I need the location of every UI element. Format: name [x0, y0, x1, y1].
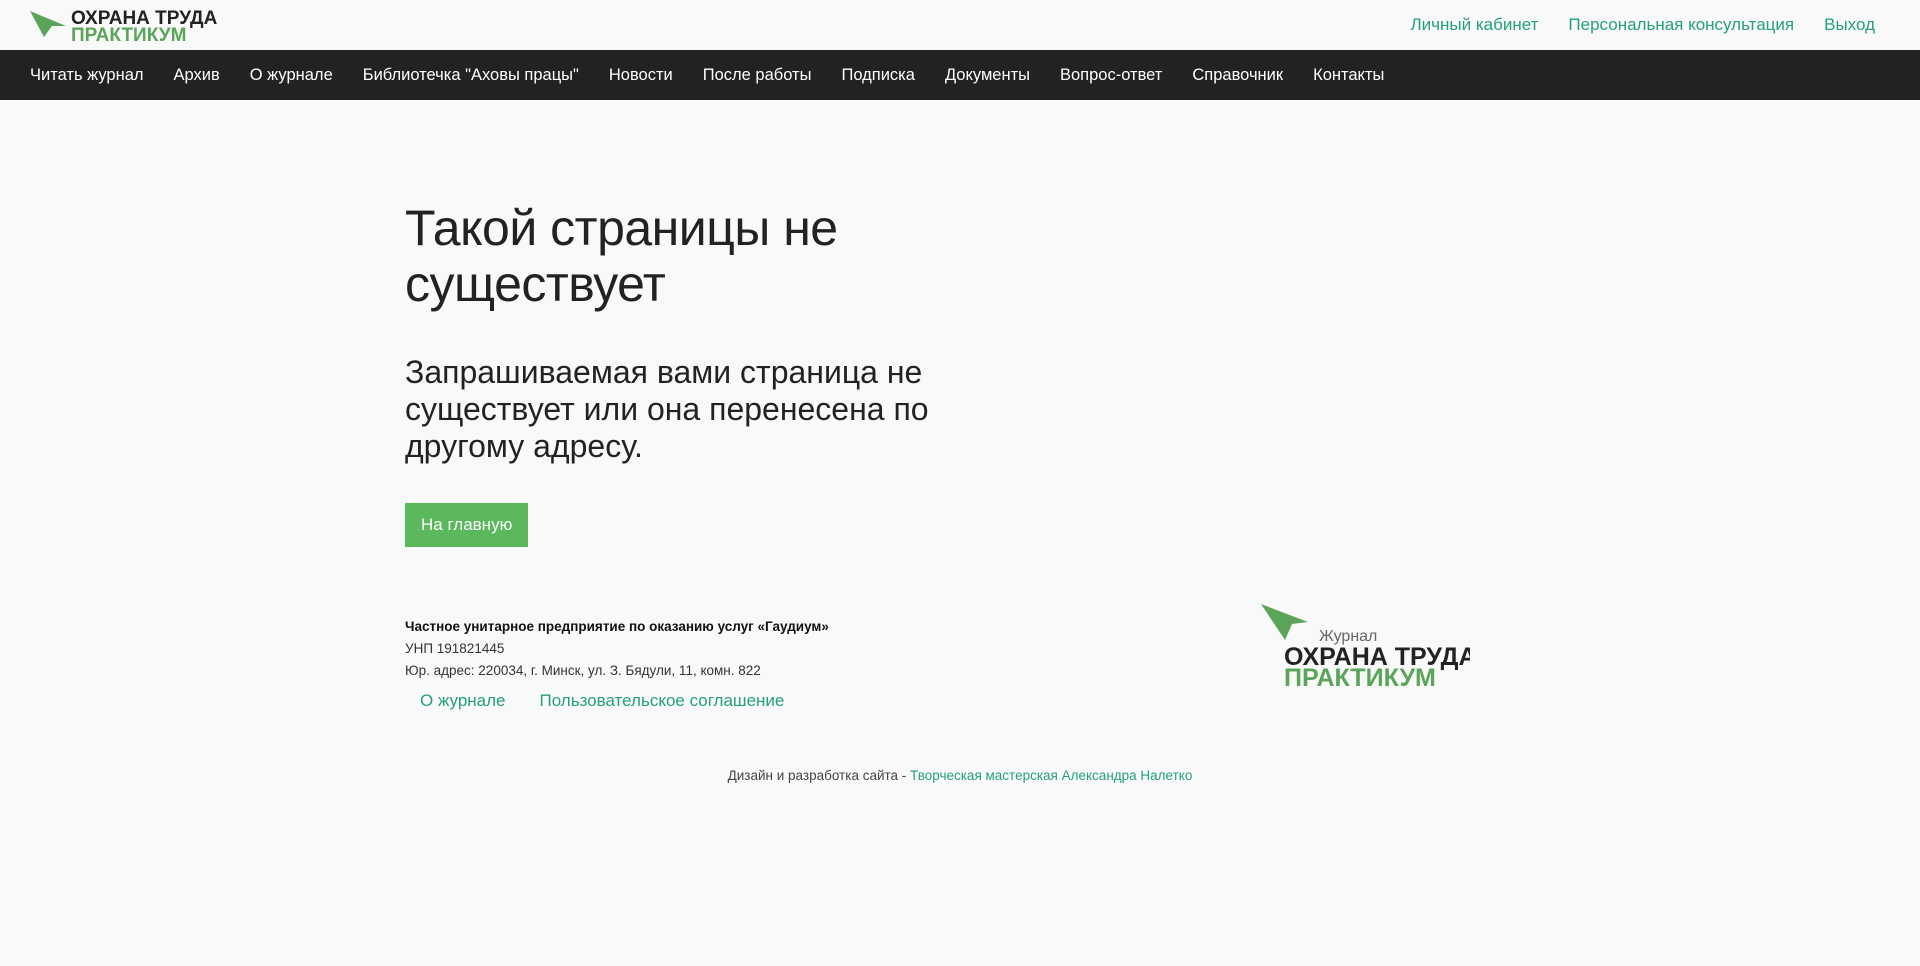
- nav-after-work[interactable]: После работы: [703, 66, 812, 85]
- nav-contacts[interactable]: Контакты: [1313, 66, 1384, 85]
- footer-agreement-link[interactable]: Пользовательское соглашение: [540, 690, 785, 712]
- nav-reference[interactable]: Справочник: [1192, 66, 1283, 85]
- credit-link[interactable]: Творческая мастерская Александра Налетко: [910, 768, 1192, 783]
- nav-news[interactable]: Новости: [609, 66, 673, 85]
- credit-prefix: Дизайн и разработка сайта -: [727, 768, 911, 783]
- logo-arrow-icon: [30, 11, 66, 37]
- nav-archive[interactable]: Архив: [174, 66, 220, 85]
- footer-links: О журнале Пользовательское соглашение: [405, 690, 1005, 712]
- error-message: Запрашиваемая вами страница не существуе…: [405, 354, 929, 464]
- company-address: Юр. адрес: 220034, г. Минск, ул. З. Бяду…: [405, 663, 761, 678]
- footer-logo: Журнал ОХРАНА ТРУДА ПРАКТИКУМ: [1260, 604, 1470, 690]
- consultation-link[interactable]: Персональная консультация: [1568, 14, 1794, 36]
- main-nav: Читать журнал Архив О журнале Библиотечк…: [0, 50, 1920, 100]
- site-logo[interactable]: ОХРАНА ТРУДА ПРАКТИКУМ: [30, 8, 220, 44]
- footer-info: Частное унитарное предприятие по оказани…: [405, 616, 1005, 712]
- nav-read-journal[interactable]: Читать журнал: [30, 66, 144, 85]
- home-button[interactable]: На главную: [405, 503, 529, 547]
- logout-link[interactable]: Выход: [1824, 14, 1875, 36]
- nav-about[interactable]: О журнале: [250, 66, 333, 85]
- nav-qa[interactable]: Вопрос-ответ: [1060, 66, 1162, 85]
- footer-logo-line2: ПРАКТИКУМ: [1284, 664, 1436, 690]
- nav-subscription[interactable]: Подписка: [841, 66, 914, 85]
- company-unp: УНП 191821445: [405, 641, 505, 656]
- user-links: Личный кабинет Персональная консультация…: [1411, 14, 1875, 36]
- account-link[interactable]: Личный кабинет: [1411, 14, 1539, 36]
- page-title: Такой страницы не существует: [405, 200, 838, 312]
- top-header: ОХРАНА ТРУДА ПРАКТИКУМ Личный кабинет Пе…: [0, 0, 1920, 50]
- logo-line2: ПРАКТИКУМ: [71, 25, 186, 44]
- nav-documents[interactable]: Документы: [945, 66, 1030, 85]
- site-credit: Дизайн и разработка сайта - Творческая м…: [0, 768, 1920, 783]
- nav-library[interactable]: Библиотечка "Аховы працы": [363, 66, 579, 85]
- footer-about-link[interactable]: О журнале: [420, 690, 506, 712]
- footer-logo-arrow-icon: [1261, 604, 1308, 640]
- error-content: Такой страницы не существует Запрашиваем…: [405, 200, 965, 547]
- company-name: Частное унитарное предприятие по оказани…: [405, 619, 829, 634]
